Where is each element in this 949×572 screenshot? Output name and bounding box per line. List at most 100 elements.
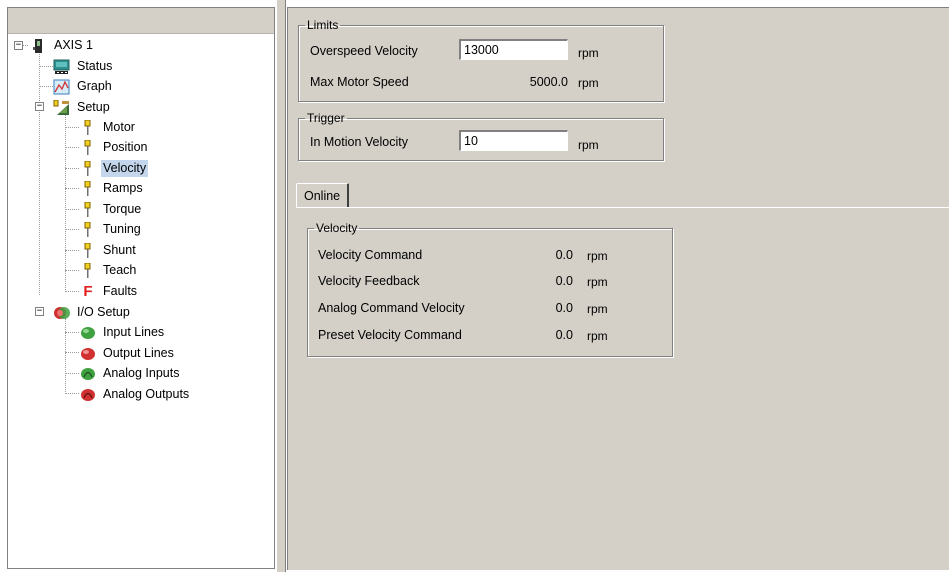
preset-velocity-command-value: 0.0 [555, 328, 573, 342]
velocity-legend: Velocity [316, 221, 358, 235]
tree-item-graph[interactable]: Graph [53, 77, 114, 96]
preset-velocity-command-label: Preset Velocity Command [318, 328, 462, 342]
input-lines-icon [79, 325, 97, 341]
tree-item-label: Teach [103, 263, 137, 277]
tree-item-label: Analog Outputs [103, 387, 190, 401]
tree-item-label: Status [77, 59, 113, 73]
velocity-feedback-unit: rpm [587, 275, 608, 289]
tree-item-label: Shunt [103, 243, 136, 257]
analog-command-velocity-unit: rpm [587, 302, 608, 316]
tree-item-teach[interactable]: Teach [79, 261, 138, 280]
velocity-command-label: Velocity Command [318, 248, 423, 262]
analog-outputs-icon [79, 387, 97, 403]
param-icon [79, 139, 97, 156]
tree-item-label: Ramps [103, 181, 143, 195]
tree-item-analog-inputs[interactable]: Analog Inputs [79, 364, 181, 383]
tree-line [65, 229, 79, 230]
setup-icon [53, 99, 71, 116]
tree-item-axis-1[interactable]: AXIS 1 [30, 36, 95, 55]
max-motor-speed-label: Max Motor Speed [310, 75, 409, 89]
param-icon [79, 221, 97, 238]
tree-item-label: Setup [77, 100, 110, 114]
tree-item-io-setup[interactable]: I/O Setup [53, 303, 132, 322]
tree-line [65, 168, 79, 169]
tree-line [65, 332, 79, 333]
tree-line [39, 66, 53, 67]
tree-line [39, 86, 53, 87]
tree-item-label: AXIS 1 [54, 38, 93, 52]
overspeed-velocity-label: Overspeed Velocity [310, 44, 418, 58]
tree-item-label: Motor [103, 120, 135, 134]
velocity-command-value: 0.0 [555, 248, 573, 262]
tree-line [65, 127, 79, 128]
monitor-icon [53, 59, 71, 75]
output-lines-icon [79, 346, 97, 362]
tree-item-label: I/O Setup [77, 305, 130, 319]
velocity-feedback-label: Velocity Feedback [318, 274, 420, 288]
tree-line [65, 352, 79, 353]
tree-line [65, 318, 66, 392]
tree-line [65, 291, 79, 292]
collapse-toggle[interactable]: − [35, 102, 44, 111]
max-motor-speed-value: 5000.0 [529, 75, 568, 89]
tree-item-faults[interactable]: F Faults [79, 282, 139, 301]
velocity-settings-panel: Limits Overspeed Velocity rpm Max Motor … [287, 7, 949, 570]
velocity-feedback-value: 0.0 [555, 274, 573, 288]
io-icon [53, 305, 71, 321]
tree-line [65, 188, 79, 189]
collapse-toggle[interactable]: − [35, 307, 44, 316]
tree-item-motor[interactable]: Motor [79, 118, 137, 137]
tab-online[interactable]: Online [296, 183, 350, 207]
collapse-toggle[interactable]: − [14, 41, 23, 50]
param-icon [79, 119, 97, 136]
analog-command-velocity-label: Analog Command Velocity [318, 301, 465, 315]
analog-inputs-icon [79, 366, 97, 382]
graph-icon [53, 79, 71, 95]
tree-item-label: Faults [103, 284, 138, 298]
tree-item-label: Output Lines [103, 346, 174, 360]
overspeed-velocity-input[interactable] [459, 39, 568, 60]
velocity-command-unit: rpm [587, 249, 608, 263]
tree-line [65, 270, 79, 271]
analog-command-velocity-value: 0.0 [555, 301, 573, 315]
tree-item-torque[interactable]: Torque [79, 200, 143, 219]
drive-icon [30, 38, 48, 54]
tree-panel[interactable]: − − − AXIS 1 Status Graph Setup Motor Po… [7, 7, 275, 569]
tree-item-input-lines[interactable]: Input Lines [79, 323, 166, 342]
trigger-legend: Trigger [307, 111, 345, 125]
tree-line [39, 52, 40, 295]
tree-item-shunt[interactable]: Shunt [79, 241, 138, 260]
tree-line [65, 250, 79, 251]
tree-item-velocity[interactable]: Velocity [79, 159, 149, 178]
panel-splitter[interactable] [276, 0, 286, 572]
tree-item-label: Tuning [103, 222, 141, 236]
tree-item-ramps[interactable]: Ramps [79, 179, 145, 198]
in-motion-velocity-unit: rpm [578, 138, 599, 152]
in-motion-velocity-label: In Motion Velocity [310, 135, 408, 149]
limits-legend: Limits [307, 18, 339, 32]
tree-item-position[interactable]: Position [79, 138, 149, 157]
tree-item-tuning[interactable]: Tuning [79, 220, 143, 239]
param-icon [79, 160, 97, 177]
tree-item-analog-outputs[interactable]: Analog Outputs [79, 385, 191, 404]
tab-strip-border [296, 207, 949, 208]
tree-line [65, 393, 79, 394]
max-motor-speed-unit: rpm [578, 76, 599, 90]
tree-header [8, 8, 274, 34]
param-icon [79, 201, 97, 218]
tree-item-label: Graph [77, 79, 112, 93]
param-icon [79, 242, 97, 259]
param-icon [79, 180, 97, 197]
preset-velocity-command-unit: rpm [587, 329, 608, 343]
tree-item-label: Torque [103, 202, 142, 216]
tree-item-label: Input Lines [103, 325, 165, 339]
limits-group: Limits [298, 18, 664, 102]
tree-item-output-lines[interactable]: Output Lines [79, 344, 176, 363]
tree-item-label: Velocity [101, 160, 149, 177]
overspeed-velocity-unit: rpm [578, 46, 599, 60]
faults-icon: F [83, 282, 93, 300]
tree-line [65, 373, 79, 374]
tree-item-status[interactable]: Status [53, 57, 114, 76]
tree-item-setup[interactable]: Setup [53, 98, 112, 117]
in-motion-velocity-input[interactable] [459, 130, 568, 151]
